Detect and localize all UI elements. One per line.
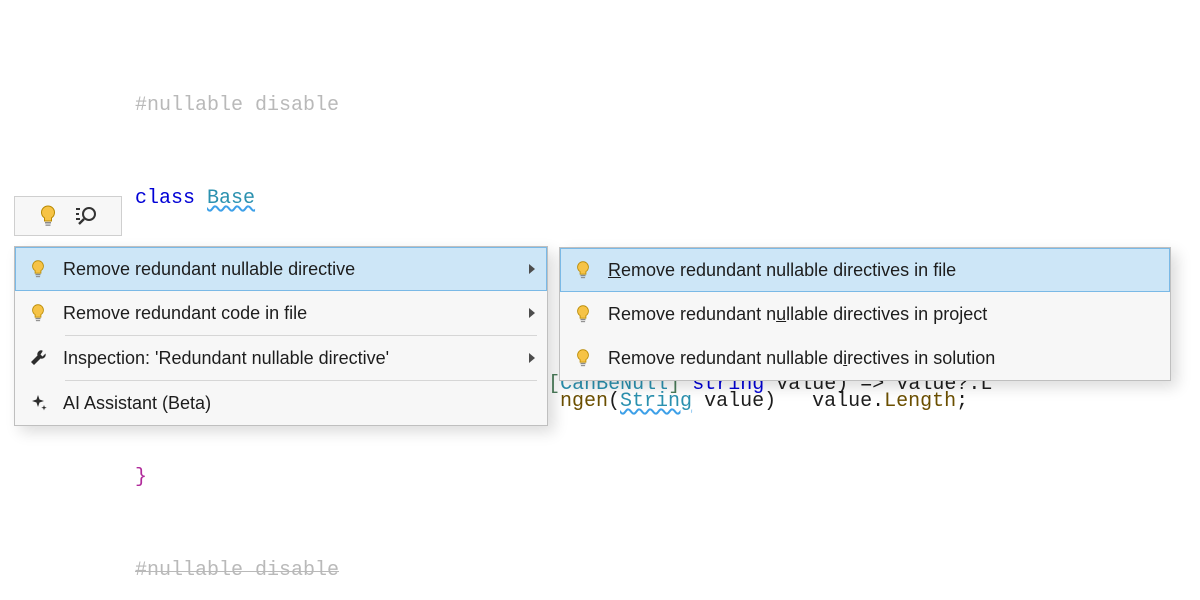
menu-item-ai-assistant[interactable]: AI Assistant (Beta) (15, 381, 547, 425)
menu-item-label: AI Assistant (Beta) (63, 394, 211, 412)
quickfix-submenu: Remove redundant nullable directives in … (559, 247, 1171, 381)
submenu-item-remove-in-solution[interactable]: Remove redundant nullable directives in … (560, 336, 1170, 380)
directive-nullable-disable: #nullable disable (135, 94, 339, 117)
lightbulb-icon (27, 259, 49, 279)
lightbulb-icon (572, 348, 594, 368)
quickfix-menu: Remove redundant nullable directive Remo… (14, 246, 548, 426)
menu-item-remove-redundant-code-file[interactable]: Remove redundant code in file (15, 291, 547, 335)
redundant-nullable-directive: #nullable disable (135, 559, 339, 582)
action-gutter[interactable] (14, 196, 122, 236)
menu-item-label: Remove redundant nullable directive (63, 260, 355, 278)
submenu-item-label: Remove redundant nullable directives in … (608, 305, 987, 323)
sparkle-icon (27, 393, 49, 413)
lightbulb-icon[interactable] (38, 204, 58, 228)
submenu-item-label: Remove redundant nullable directives in … (608, 349, 995, 367)
menu-item-remove-redundant-directive[interactable]: Remove redundant nullable directive (15, 247, 547, 291)
lightbulb-icon (572, 304, 594, 324)
menu-item-inspection-redundant[interactable]: Inspection: 'Redundant nullable directiv… (15, 336, 547, 380)
menu-item-label: Remove redundant code in file (63, 304, 307, 322)
close-brace: } (135, 466, 147, 489)
lightbulb-icon (27, 303, 49, 323)
submenu-item-label: Remove redundant nullable directives in … (608, 261, 956, 279)
submenu-item-remove-in-project[interactable]: Remove redundant nullable directives in … (560, 292, 1170, 336)
menu-item-label: Inspection: 'Redundant nullable directiv… (63, 349, 389, 367)
submenu-arrow-icon (529, 264, 535, 274)
submenu-arrow-icon (529, 353, 535, 363)
submenu-arrow-icon (529, 308, 535, 318)
submenu-item-remove-in-file[interactable]: Remove redundant nullable directives in … (560, 248, 1170, 292)
search-options-icon[interactable] (76, 205, 98, 227)
lightbulb-icon (572, 260, 594, 280)
class-decl-base: class Base (0, 183, 1200, 214)
wrench-icon (27, 348, 49, 368)
